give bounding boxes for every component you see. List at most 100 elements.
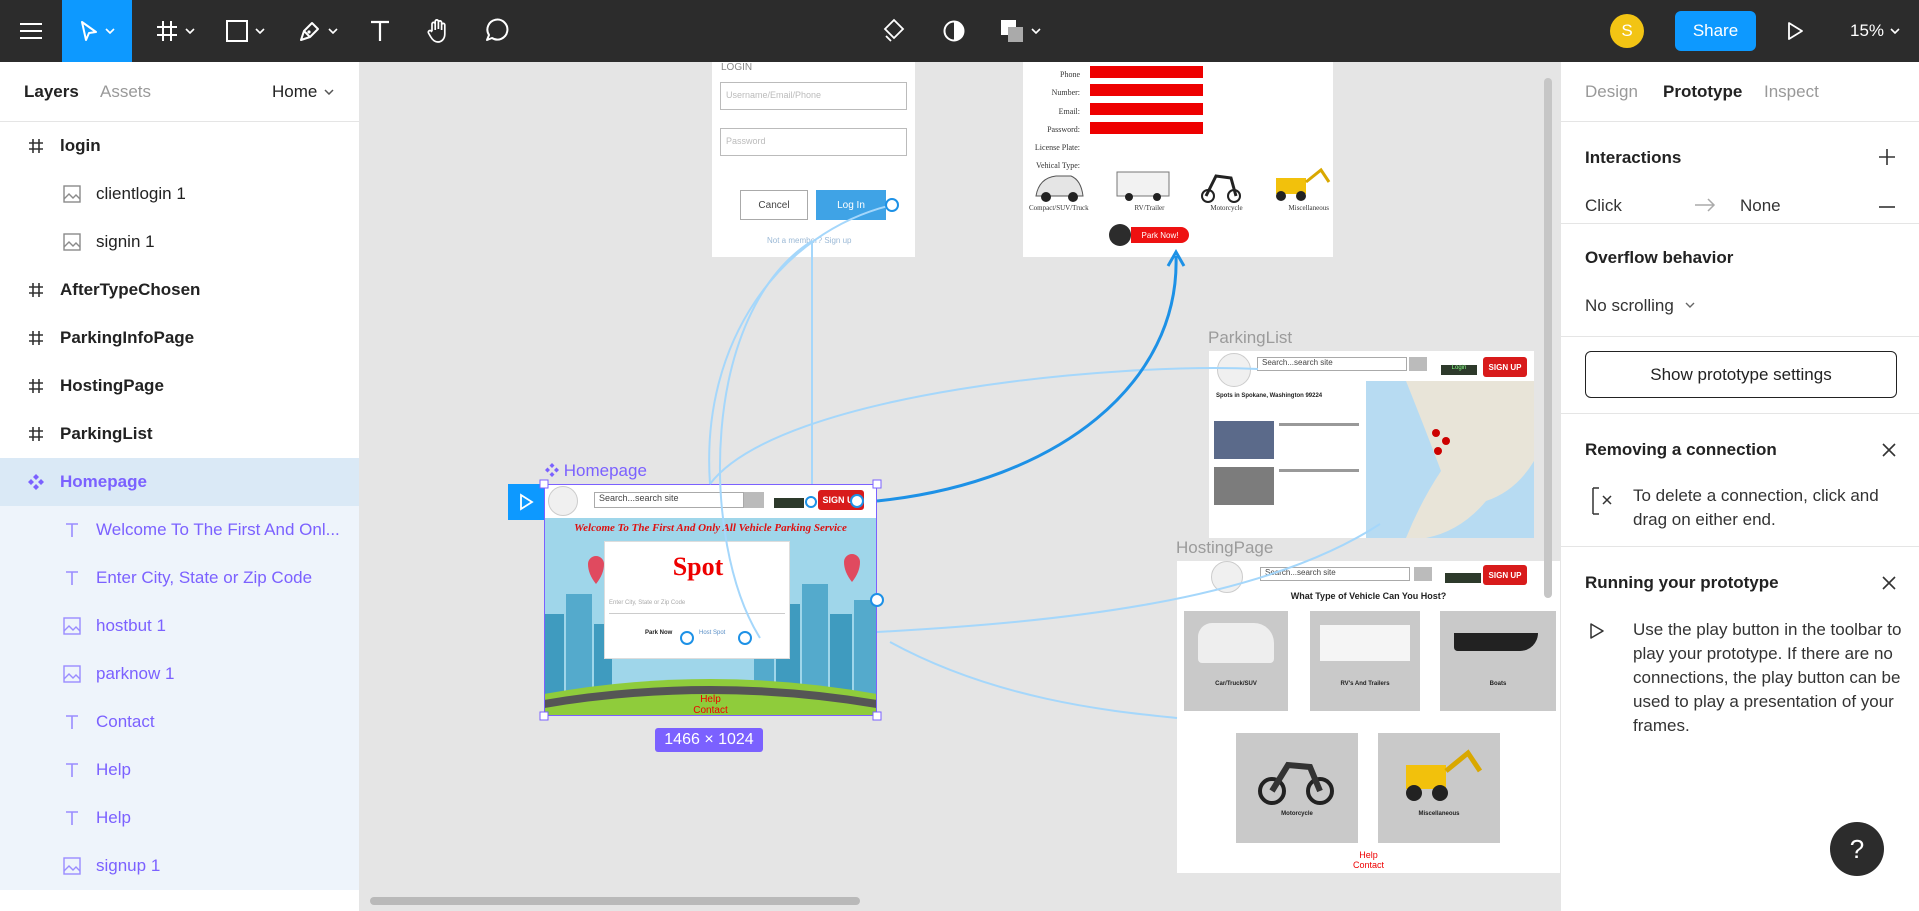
connection-arrow	[889, 641, 1178, 719]
layer-row-login[interactable]: login	[0, 122, 359, 170]
text-tool-button[interactable]	[358, 0, 402, 62]
connection-arrow	[876, 523, 1381, 633]
layer-row-contact[interactable]: Contact	[0, 698, 359, 746]
close-icon[interactable]	[1881, 442, 1897, 458]
frame-hash-icon	[157, 21, 177, 41]
mask-button[interactable]	[930, 0, 978, 62]
layer-row-signup[interactable]: signup 1	[0, 842, 359, 890]
layer-row-parkinglist[interactable]: ParkingList	[0, 410, 359, 458]
tab-design[interactable]: Design	[1585, 82, 1638, 102]
layer-label: parknow 1	[96, 664, 175, 683]
detach-component-button[interactable]	[870, 0, 918, 62]
tab-inspect[interactable]: Inspect	[1764, 82, 1819, 102]
boolean-union-icon	[1001, 20, 1023, 42]
left-panel-tabs: Layers Assets Home	[0, 62, 359, 122]
interaction-destination[interactable]: None	[1740, 196, 1781, 216]
main-menu-button[interactable]	[0, 0, 62, 62]
vertical-scrollbar[interactable]	[1544, 78, 1552, 598]
layer-row-parkinginfopage[interactable]: ParkingInfoPage	[0, 314, 359, 362]
layer-label: hostbut 1	[96, 616, 166, 635]
layer-row-welcome-text[interactable]: Welcome To The First And Onl...	[0, 506, 359, 554]
connection-handle	[885, 198, 899, 212]
image-icon	[62, 232, 82, 252]
contrast-icon	[943, 20, 965, 42]
connection-handle	[805, 496, 817, 508]
corner-handle	[539, 479, 549, 489]
comment-tool-button[interactable]	[472, 0, 520, 62]
present-button[interactable]	[1775, 0, 1815, 62]
page-selector[interactable]: Home	[272, 82, 334, 102]
layer-label: Enter City, State or Zip Code	[96, 568, 313, 587]
tab-prototype[interactable]: Prototype	[1663, 82, 1742, 102]
boolean-groups-button[interactable]	[990, 0, 1050, 62]
chevron-down-icon	[328, 28, 338, 34]
hamburger-icon	[20, 23, 42, 39]
chevron-down-icon	[1890, 28, 1900, 34]
text-icon	[62, 568, 82, 588]
play-icon	[1590, 623, 1604, 639]
layer-row-hostbut[interactable]: hostbut 1	[0, 602, 359, 650]
interactions-title: Interactions	[1585, 148, 1682, 167]
show-prototype-settings-button[interactable]: Show prototype settings	[1585, 351, 1897, 398]
frame-hash-icon	[26, 376, 46, 396]
image-icon	[62, 664, 82, 684]
help-button[interactable]: ?	[1830, 822, 1884, 876]
design-canvas[interactable]: LOGIN Username/Email/Phone Password Canc…	[360, 62, 1560, 911]
layer-row-city-text[interactable]: Enter City, State or Zip Code	[0, 554, 359, 602]
remove-interaction-icon[interactable]	[1878, 205, 1896, 209]
text-icon	[62, 760, 82, 780]
interactions-section: Interactions Click None	[1561, 122, 1919, 224]
connection-handle	[738, 631, 752, 645]
layer-row-homepage[interactable]: Homepage	[0, 458, 359, 506]
image-icon	[62, 184, 82, 204]
layer-row-help[interactable]: Help	[0, 746, 359, 794]
properties-panel: Design Prototype Inspect Interactions Cl…	[1560, 62, 1919, 911]
connection-handles	[680, 198, 899, 645]
active-connection-arrow	[876, 255, 1178, 503]
close-icon[interactable]	[1881, 575, 1897, 591]
corner-handle	[872, 479, 882, 489]
layer-label: login	[60, 136, 101, 155]
layer-row-help-2[interactable]: Help	[0, 794, 359, 842]
layer-label: Contact	[96, 712, 155, 731]
play-icon	[1788, 22, 1803, 40]
pen-tool-button[interactable]	[288, 0, 348, 62]
toolbar: S Share 15%	[0, 0, 1919, 62]
user-avatar-button[interactable]: S	[1605, 0, 1649, 62]
corner-handle	[539, 711, 549, 721]
overflow-dropdown[interactable]: No scrolling	[1585, 296, 1695, 316]
layer-row-parknow[interactable]: parknow 1	[0, 650, 359, 698]
removing-text: To delete a connection, click and drag o…	[1633, 486, 1879, 529]
share-button[interactable]: Share	[1675, 11, 1756, 51]
frame-tool-button[interactable]	[145, 0, 205, 62]
add-interaction-icon[interactable]	[1878, 148, 1896, 166]
connection-handle	[850, 494, 864, 508]
removing-connection-tip: Removing a connection To delete a connec…	[1561, 414, 1919, 547]
hand-tool-button[interactable]	[414, 0, 462, 62]
rectangle-icon	[226, 20, 248, 42]
image-icon	[62, 616, 82, 636]
layer-label: ParkingList	[60, 424, 153, 443]
layer-row-hostingpage[interactable]: HostingPage	[0, 362, 359, 410]
zoom-dropdown[interactable]: 15%	[1835, 0, 1915, 62]
zoom-value: 15%	[1849, 21, 1885, 40]
tab-layers[interactable]: Layers	[24, 82, 79, 102]
running-prototype-tip: Running your prototype Use the play butt…	[1561, 547, 1919, 747]
removing-title: Removing a connection	[1585, 440, 1777, 459]
chevron-down-icon	[1031, 28, 1041, 34]
layer-row-clientlogin[interactable]: clientlogin 1	[0, 170, 359, 218]
shape-tool-button[interactable]	[215, 0, 275, 62]
disconnect-icon	[1592, 487, 1612, 515]
layer-label: AfterTypeChosen	[60, 280, 201, 299]
overflow-value: No scrolling	[1585, 296, 1674, 315]
layer-row-aftertypechosen[interactable]: AfterTypeChosen	[0, 266, 359, 314]
frame-hash-icon	[26, 424, 46, 444]
tab-assets[interactable]: Assets	[100, 82, 151, 102]
interaction-trigger[interactable]: Click	[1585, 196, 1622, 216]
connection-arrow	[719, 240, 813, 639]
running-title: Running your prototype	[1585, 573, 1779, 592]
move-tool-button[interactable]	[62, 0, 132, 62]
layers-panel: Layers Assets Home login clientlogin 1 s…	[0, 62, 360, 911]
layer-row-signin[interactable]: signin 1	[0, 218, 359, 266]
horizontal-scrollbar[interactable]	[370, 897, 860, 905]
